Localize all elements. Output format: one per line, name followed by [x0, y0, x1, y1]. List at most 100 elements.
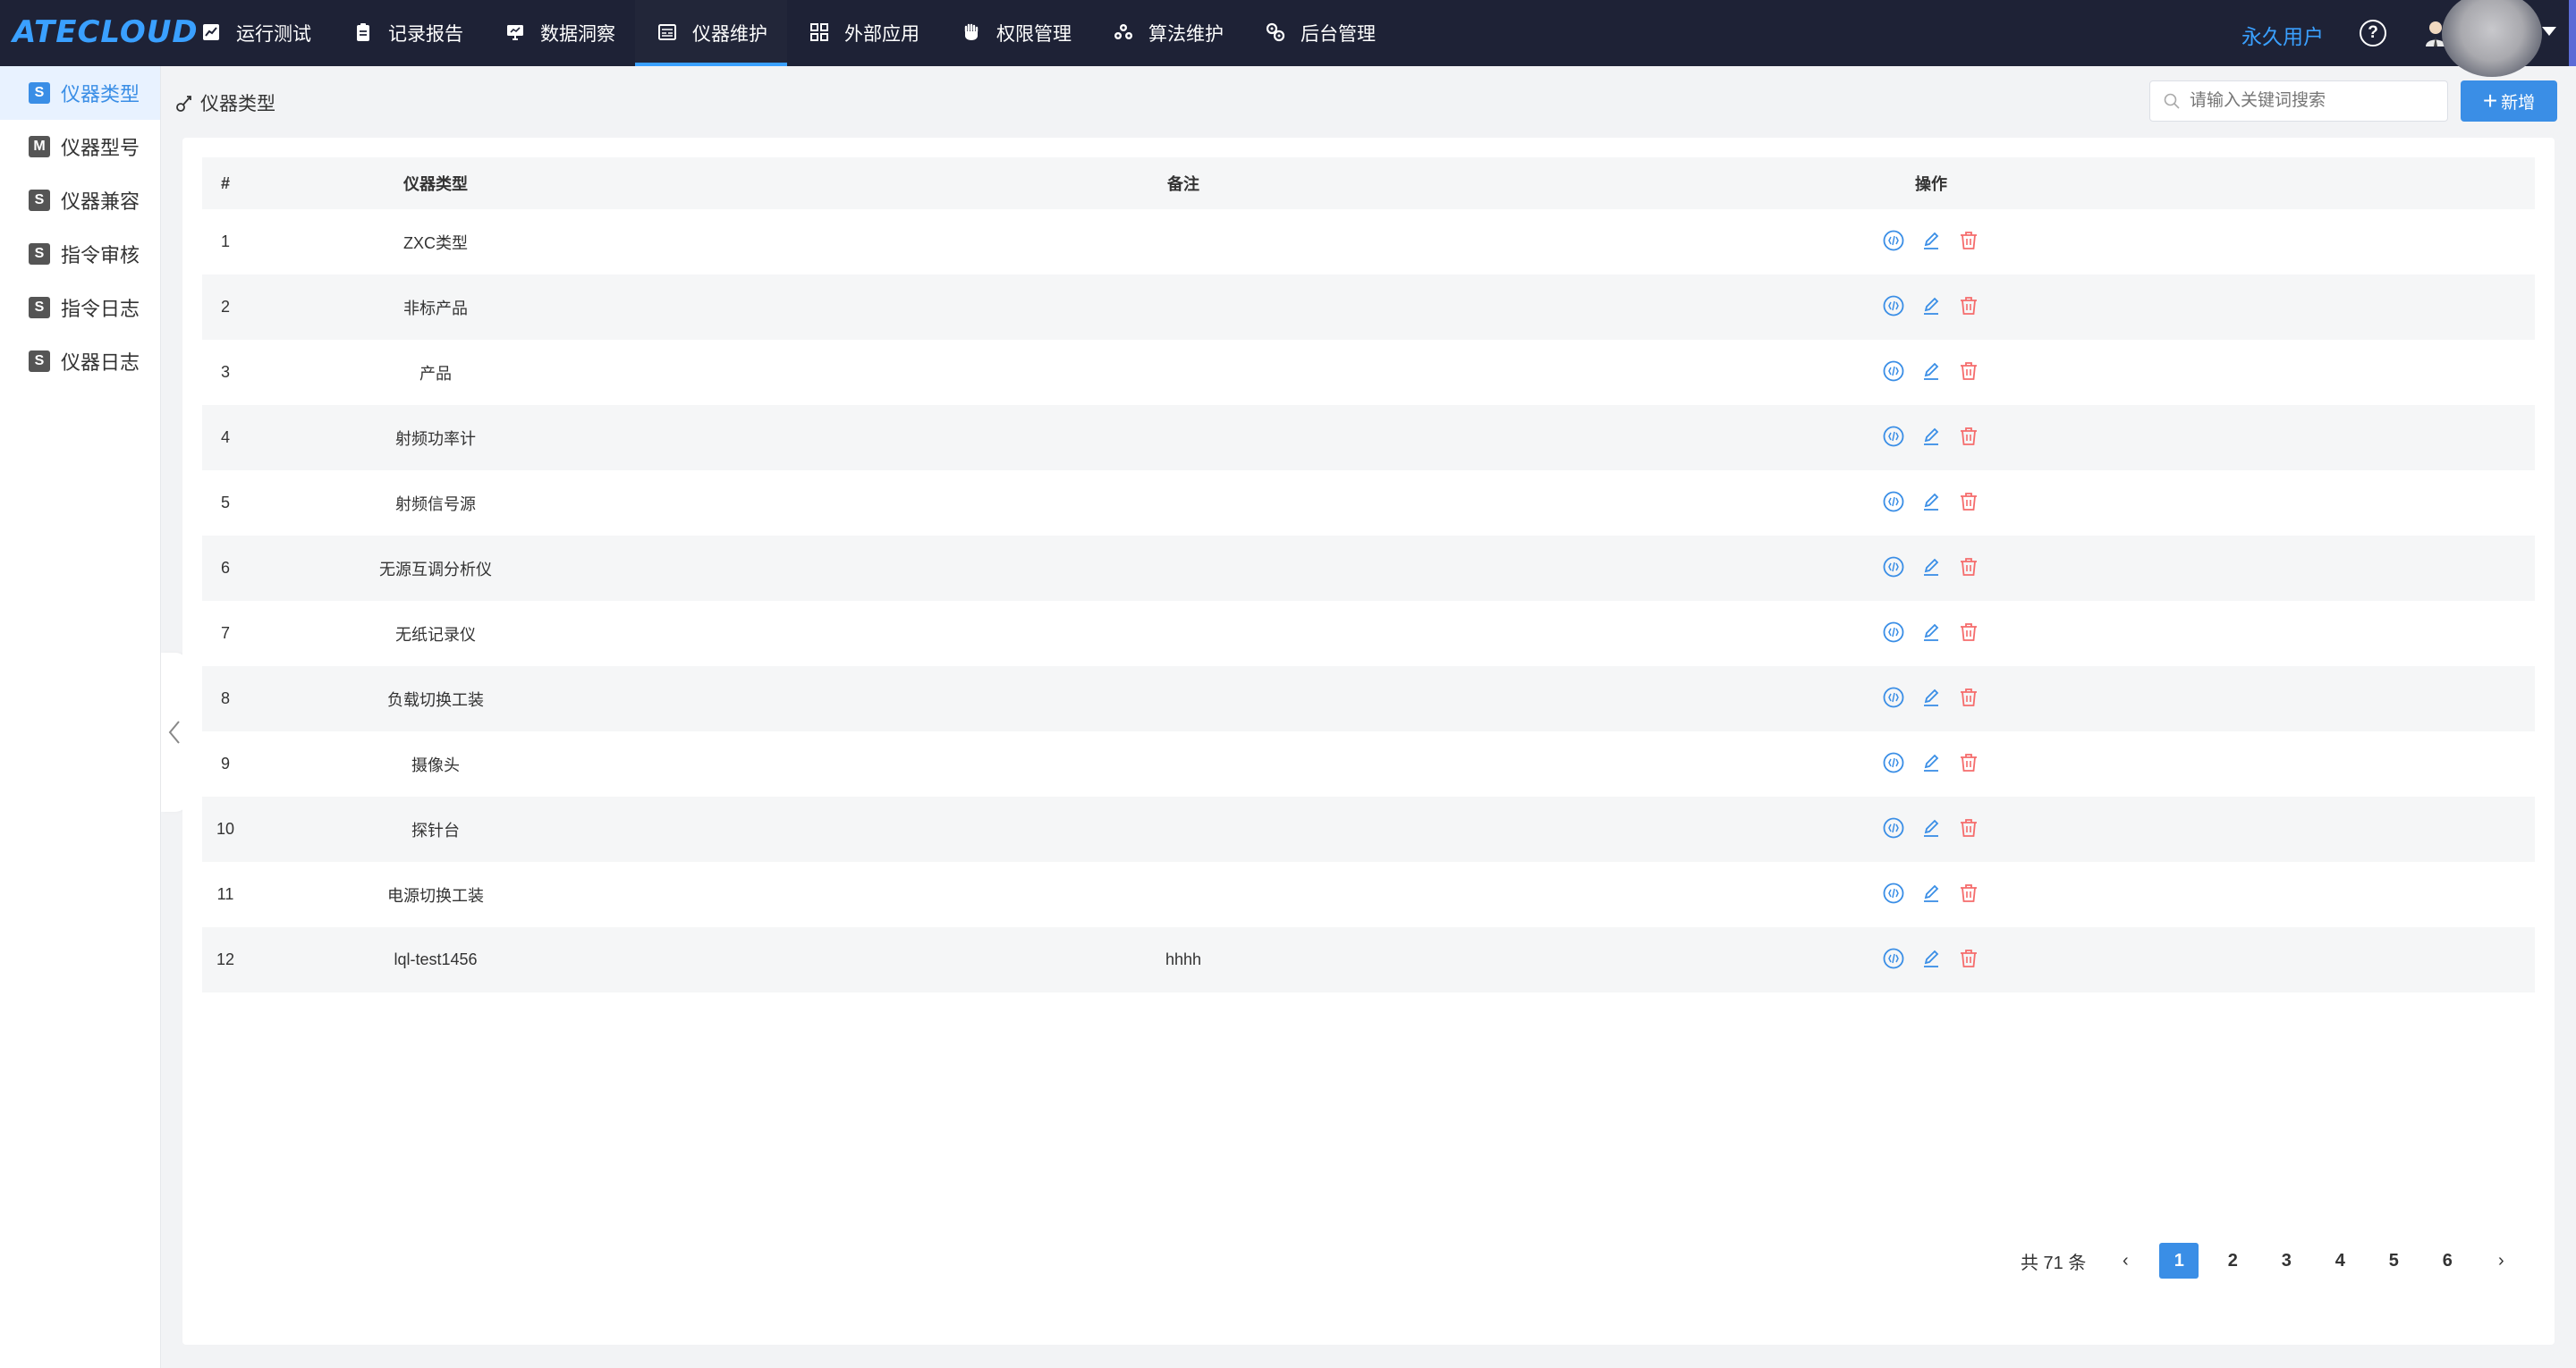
delete-icon[interactable] [1956, 685, 1981, 710]
next-page-icon[interactable]: › [2481, 1243, 2521, 1279]
sidebar-item-6[interactable]: S 仪器日志 [0, 334, 160, 388]
sidebar-item-label: 仪器兼容 [61, 190, 140, 213]
table-row: 9 摄像头 [202, 731, 2535, 797]
cell-index: 10 [202, 797, 249, 862]
cell-note: hhhh [996, 927, 1370, 992]
search-input[interactable] [2190, 91, 2431, 111]
delete-icon[interactable] [1956, 424, 1981, 449]
table-row: 11 电源切换工装 [202, 862, 2535, 927]
nav-tab-1[interactable]: 运行测试 [179, 0, 331, 66]
sidebar-item-label: 仪器型号 [61, 137, 140, 159]
delete-icon[interactable] [1956, 359, 1981, 384]
sidebar-badge-icon: M [29, 136, 50, 157]
edit-icon[interactable] [1919, 554, 1944, 579]
cell-note [996, 274, 1370, 340]
help-icon[interactable]: ? [2360, 20, 2386, 46]
nav-tab-label: 算法维护 [1148, 24, 1224, 45]
nav-tab-label: 后台管理 [1301, 24, 1376, 45]
page-number-button[interactable]: 2 [2213, 1243, 2252, 1279]
cell-note [996, 601, 1370, 666]
user-type-link[interactable]: 永久用户 [2241, 20, 2324, 50]
delete-icon[interactable] [1956, 489, 1981, 514]
edit-icon[interactable] [1919, 815, 1944, 840]
edit-icon[interactable] [1919, 620, 1944, 645]
sidebar-item-label: 仪器类型 [61, 83, 140, 106]
view-code-icon[interactable] [1881, 489, 1906, 514]
view-code-icon[interactable] [1881, 685, 1906, 710]
view-code-icon[interactable] [1881, 750, 1906, 775]
prev-page-icon[interactable]: ‹ [2106, 1243, 2145, 1279]
cell-type: 射频信号源 [395, 494, 476, 513]
delete-icon[interactable] [1956, 554, 1981, 579]
edit-icon[interactable] [1919, 359, 1944, 384]
delete-icon[interactable] [1956, 881, 1981, 906]
search-box[interactable] [2149, 80, 2448, 122]
chart-icon [200, 21, 224, 45]
view-code-icon[interactable] [1881, 359, 1906, 384]
page-number-button[interactable]: 4 [2320, 1243, 2360, 1279]
edit-icon[interactable] [1919, 946, 1944, 971]
delete-icon[interactable] [1956, 228, 1981, 253]
add-button[interactable]: + 新增 [2461, 80, 2557, 122]
page-number-button[interactable]: 1 [2159, 1243, 2199, 1279]
delete-icon[interactable] [1956, 815, 1981, 840]
instrument-type-table: # 仪器类型 备注 操作 1 ZXC类型 2 非标产品 3 产品 4 射频功率计 5 射频信号源 6… [202, 157, 2535, 992]
nav-tab-7[interactable]: 算法维护 [1091, 0, 1243, 66]
view-code-icon[interactable] [1881, 881, 1906, 906]
nav-tab-3[interactable]: 数据洞察 [483, 0, 635, 66]
view-code-icon[interactable] [1881, 228, 1906, 253]
delete-icon[interactable] [1956, 750, 1981, 775]
monitor-icon [504, 21, 528, 45]
cell-index: 11 [216, 885, 234, 903]
plus-icon: + [2482, 87, 2498, 114]
nav-tab-6[interactable]: 权限管理 [939, 0, 1091, 66]
pagination-total: 共 71 条 [2021, 1253, 2087, 1273]
edit-icon[interactable] [1919, 750, 1944, 775]
edit-icon[interactable] [1919, 881, 1944, 906]
edit-icon[interactable] [1919, 293, 1944, 318]
page-number-button[interactable]: 6 [2428, 1243, 2467, 1279]
table-row: 1 ZXC类型 [202, 209, 2535, 274]
view-code-icon[interactable] [1881, 424, 1906, 449]
nav-tab-5[interactable]: 外部应用 [787, 0, 939, 66]
sidebar-item-3[interactable]: S 仪器兼容 [0, 173, 160, 227]
sidebar-badge-icon: S [29, 82, 50, 104]
hand-icon [961, 21, 984, 45]
edit-icon[interactable] [1919, 489, 1944, 514]
page-number-button[interactable]: 3 [2267, 1243, 2306, 1279]
cell-type: 非标产品 [249, 274, 623, 340]
delete-icon[interactable] [1956, 620, 1981, 645]
view-code-icon[interactable] [1881, 293, 1906, 318]
chevron-down-icon[interactable] [2542, 27, 2556, 36]
sidebar-item-5[interactable]: S 指令日志 [0, 281, 160, 334]
cell-index: 2 [202, 274, 249, 340]
page-number-button[interactable]: 5 [2374, 1243, 2413, 1279]
column-header-index: # [202, 157, 249, 209]
edit-icon[interactable] [1919, 424, 1944, 449]
view-code-icon[interactable] [1881, 554, 1906, 579]
table-row: 8 负载切换工装 [202, 666, 2535, 731]
delete-icon[interactable] [1956, 946, 1981, 971]
edit-icon[interactable] [1919, 685, 1944, 710]
cell-index: 3 [220, 363, 230, 381]
cell-note [996, 797, 1370, 862]
nav-tab-2[interactable]: 记录报告 [331, 0, 483, 66]
sidebar-item-2[interactable]: M 仪器型号 [0, 120, 160, 173]
table-row: 2 非标产品 [202, 274, 2535, 340]
sidebar-badge-icon: S [29, 190, 50, 211]
cell-type: 无纸记录仪 [395, 625, 476, 644]
edit-icon[interactable] [1919, 228, 1944, 253]
column-header-actions: 操作 [1744, 157, 2118, 209]
nav-tab-8[interactable]: 后台管理 [1243, 0, 1395, 66]
delete-icon[interactable] [1956, 293, 1981, 318]
sidebar-item-4[interactable]: S 指令审核 [0, 227, 160, 281]
sidebar-item-1[interactable]: S 仪器类型 [0, 66, 160, 120]
app-logo[interactable]: ATECLOUD [13, 14, 199, 50]
sidebar-badge-icon: S [29, 350, 50, 372]
cell-actions [1744, 666, 2118, 731]
cell-actions [1744, 470, 2118, 536]
view-code-icon[interactable] [1881, 946, 1906, 971]
nav-tab-4[interactable]: 仪器维护 [635, 0, 787, 66]
view-code-icon[interactable] [1881, 620, 1906, 645]
view-code-icon[interactable] [1881, 815, 1906, 840]
